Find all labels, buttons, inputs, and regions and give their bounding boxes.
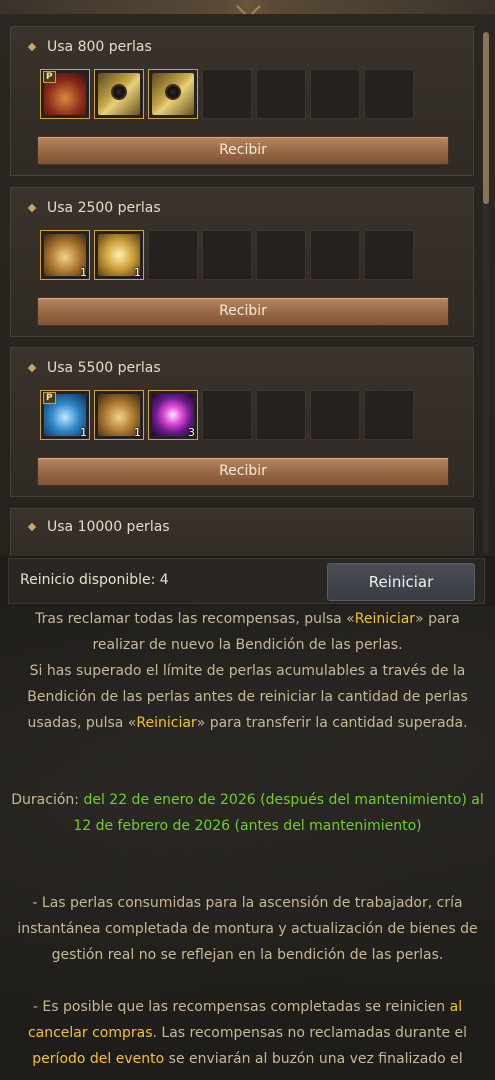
empty-slot <box>256 390 306 440</box>
diamond-bullet-icon <box>27 203 37 213</box>
reset-button[interactable]: Reiniciar <box>327 563 475 601</box>
info-text: . Las recompensas no reclamadas durante … <box>152 1025 468 1041</box>
empty-slot <box>148 230 198 280</box>
receive-button[interactable]: Recibir <box>37 457 449 486</box>
item-count: 1 <box>134 426 141 439</box>
info-text: - Las perlas consumidas para la ascensió… <box>17 895 478 963</box>
info-paragraph-4: - Es posible que las recompensas complet… <box>10 994 485 1072</box>
info-text: » para transferir la cantidad superada. <box>196 715 468 731</box>
reset-bar: Reinicio disponible: 4 Reiniciar <box>8 558 485 604</box>
info-highlight: Reiniciar <box>136 715 197 731</box>
diamond-bullet-icon <box>27 42 37 52</box>
info-paragraph-1: Tras reclamar todas las recompensas, pul… <box>10 606 485 658</box>
reward-card: Usa 10000 perlas <box>10 508 474 556</box>
item-slots: 1 1 <box>40 230 414 280</box>
reward-card: Usa 2500 perlas 1 1 Recibir <box>10 187 474 337</box>
empty-slot <box>202 230 252 280</box>
duration-paragraph: Duración: del 22 de enero de 2026 (despu… <box>10 787 485 839</box>
reward-title: Usa 2500 perlas <box>27 200 161 216</box>
reward-title-text: Usa 800 perlas <box>47 39 152 55</box>
item-slot[interactable] <box>148 69 198 119</box>
golden-ticket-icon <box>98 73 140 115</box>
item-count: 1 <box>80 266 87 279</box>
info-highlight: Reiniciar <box>354 611 416 627</box>
item-slot[interactable]: P <box>40 69 90 119</box>
empty-slot <box>256 69 306 119</box>
item-badge: P <box>43 71 56 83</box>
empty-slot <box>202 69 252 119</box>
reward-title-text: Usa 2500 perlas <box>47 200 161 216</box>
info-text: Tras reclamar todas las recompensas, pul… <box>35 611 355 627</box>
empty-slot <box>364 390 414 440</box>
diamond-bullet-icon <box>27 522 37 532</box>
receive-button[interactable]: Recibir <box>37 136 449 165</box>
item-slot[interactable]: 1 <box>40 230 90 280</box>
duration-label: Duración: <box>11 792 84 808</box>
item-slots: P <box>40 69 414 119</box>
reward-card: Usa 5500 perlas P 1 1 3 Recibir <box>10 347 474 497</box>
empty-slot <box>364 69 414 119</box>
item-count: 3 <box>188 426 195 439</box>
item-badge: P <box>43 392 56 404</box>
empty-slot <box>310 390 360 440</box>
reward-list[interactable]: Usa 800 perlas P Recibir Usa 2500 perlas <box>0 14 495 556</box>
reset-available-label: Reinicio disponible: 4 <box>20 572 169 588</box>
duration-value: del 22 de enero de 2026 (después del man… <box>73 792 484 834</box>
info-panel: Tras reclamar todas las recompensas, pul… <box>0 606 495 1080</box>
info-highlight: período del evento <box>32 1051 165 1067</box>
receive-button[interactable]: Recibir <box>37 297 449 326</box>
diamond-bullet-icon <box>27 363 37 373</box>
golden-ticket-icon <box>152 73 194 115</box>
scrollbar-thumb[interactable] <box>483 32 489 204</box>
item-slot[interactable] <box>94 69 144 119</box>
item-slots: P 1 1 3 <box>40 390 414 440</box>
item-slot[interactable]: P 1 <box>40 390 90 440</box>
info-text: se enviarán al buzón una vez finalizado … <box>164 1051 463 1067</box>
reward-title: Usa 5500 perlas <box>27 360 161 376</box>
reward-card: Usa 800 perlas P Recibir <box>10 26 474 176</box>
item-count: 1 <box>134 266 141 279</box>
reward-title: Usa 800 perlas <box>27 39 152 55</box>
info-paragraph-2: Si has superado el límite de perlas acum… <box>10 658 485 736</box>
reward-title: Usa 10000 perlas <box>27 519 170 535</box>
item-slot[interactable]: 1 <box>94 230 144 280</box>
reward-title-text: Usa 5500 perlas <box>47 360 161 376</box>
reward-title-text: Usa 10000 perlas <box>47 519 170 535</box>
empty-slot <box>202 390 252 440</box>
item-slot[interactable]: 3 <box>148 390 198 440</box>
info-text: - Es posible que las recompensas complet… <box>32 999 450 1015</box>
top-banner <box>0 0 495 19</box>
empty-slot <box>364 230 414 280</box>
item-slot[interactable]: 1 <box>94 390 144 440</box>
empty-slot <box>256 230 306 280</box>
info-paragraph-3: - Las perlas consumidas para la ascensió… <box>10 890 485 968</box>
empty-slot <box>310 230 360 280</box>
empty-slot <box>310 69 360 119</box>
item-count: 1 <box>80 426 87 439</box>
